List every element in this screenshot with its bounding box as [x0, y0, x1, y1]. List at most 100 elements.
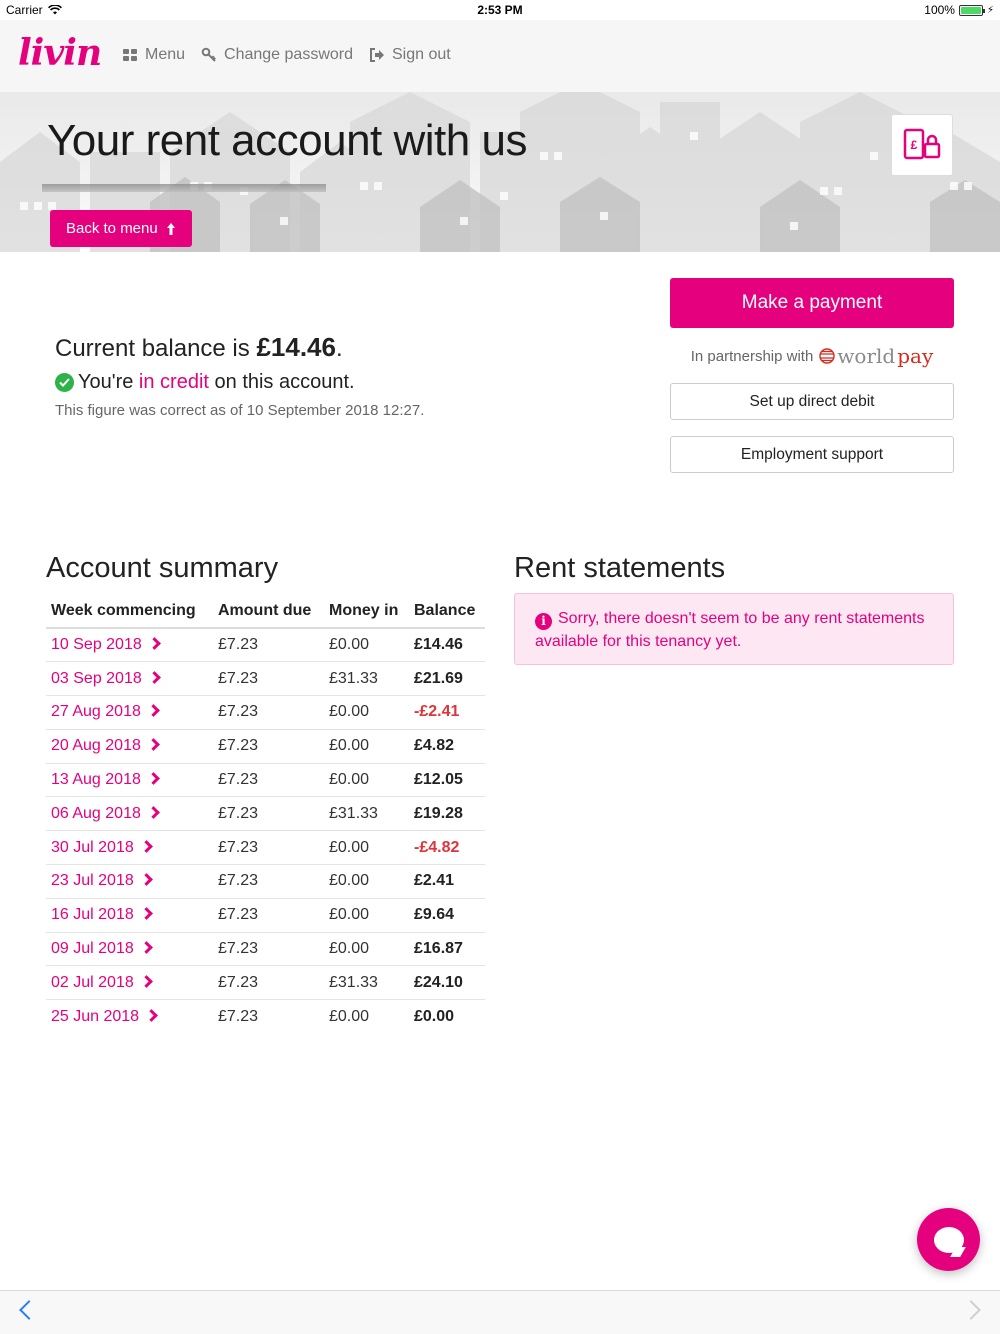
table-row: 25 Jun 2018 £7.23 £0.00 £0.00	[46, 999, 485, 1034]
charging-icon: ⚡	[986, 4, 994, 16]
amount-due-cell: £7.23	[213, 627, 324, 662]
money-in-cell-text: £0.00	[329, 737, 370, 755]
week-link[interactable]: 30 Jul 2018	[46, 830, 213, 865]
week-link[interactable]: 23 Jul 2018	[46, 864, 213, 899]
money-in-cell-text: £0.00	[329, 872, 370, 890]
back-arrow-icon[interactable]	[19, 1300, 39, 1320]
phone-payment-icon: £	[903, 128, 941, 160]
week-link[interactable]: 16 Jul 2018	[46, 897, 213, 933]
worldpay-logo: world pay	[819, 344, 933, 368]
page-title: Your rent account with us	[47, 116, 527, 165]
money-in-cell: £0.00	[324, 830, 409, 865]
column-header: Week commencing	[46, 594, 213, 629]
amount-due-cell-text: £7.23	[218, 872, 259, 890]
balance-cell-text: £12.05	[414, 771, 463, 789]
week-link[interactable]: 09 Jul 2018	[46, 931, 213, 966]
amount-due-cell: £7.23	[213, 728, 324, 764]
balance-cell-text: £4.82	[414, 737, 455, 755]
week-link-text: 09 Jul 2018	[51, 940, 134, 958]
amount-due-cell: £7.23	[213, 864, 324, 899]
nav-change-password-link[interactable]: Change password	[201, 46, 353, 64]
week-link-text: 03 Sep 2018	[51, 669, 142, 687]
balance-cell-text: £0.00	[414, 1007, 455, 1025]
chevron-right-icon	[147, 806, 160, 819]
table-row: 23 Jul 2018 £7.23 £0.00 £2.41	[46, 864, 485, 899]
week-link[interactable]: 06 Aug 2018	[46, 796, 213, 831]
livin-logo[interactable]: livin	[18, 32, 102, 74]
partnership-note: In partnership with world pay	[670, 344, 954, 368]
chevron-right-icon	[147, 637, 161, 651]
credit-status: You're in credit on this account.	[55, 371, 424, 394]
back-to-menu-label: Back to menu	[66, 220, 158, 237]
worldpay-brand-2: pay	[897, 344, 934, 368]
balance-cell: £19.28	[409, 796, 485, 831]
week-link[interactable]: 20 Aug 2018	[46, 728, 213, 764]
week-link-text: 06 Aug 2018	[51, 804, 141, 822]
forward-arrow-icon[interactable]	[961, 1300, 981, 1320]
table-row: 30 Jul 2018 £7.23 £0.00 -£4.82	[46, 830, 485, 865]
balance-prefix: Current balance is	[55, 335, 257, 362]
amount-due-cell: £7.23	[213, 897, 324, 933]
money-in-cell-text: £0.00	[329, 838, 370, 856]
nav-links: Menu Change password Sign out	[122, 46, 451, 64]
nav-menu-link[interactable]: Menu	[122, 46, 185, 64]
amount-due-cell-text: £7.23	[218, 906, 259, 924]
balance-cell-text: £14.46	[414, 636, 463, 654]
status-right: 100% ⚡	[924, 3, 994, 17]
chat-bubble-icon	[933, 1226, 964, 1253]
chat-button[interactable]	[917, 1208, 980, 1271]
amount-due-cell: £7.23	[213, 830, 324, 865]
table-row: 10 Sep 2018 £7.23 £0.00 £14.46	[46, 627, 485, 662]
week-link[interactable]: 03 Sep 2018	[46, 661, 213, 696]
balance-cell: £0.00	[409, 999, 485, 1034]
table-row: 02 Jul 2018 £7.23 £31.33 £24.10	[46, 965, 485, 1000]
week-link[interactable]: 02 Jul 2018	[46, 965, 213, 1000]
make-payment-button[interactable]: Make a payment	[670, 278, 954, 328]
nav-sign-out-link[interactable]: Sign out	[369, 46, 451, 64]
amount-due-cell-text: £7.23	[218, 940, 259, 958]
balance-cell-text: -£4.82	[414, 838, 460, 856]
credit-status-prefix: You're	[78, 371, 139, 393]
money-in-cell-text: £31.33	[329, 669, 378, 687]
week-link[interactable]: 25 Jun 2018	[46, 999, 213, 1034]
amount-due-cell: £7.23	[213, 695, 324, 730]
table-row: 06 Aug 2018 £7.23 £31.33 £19.28	[46, 796, 485, 831]
balance-cell: £4.82	[409, 728, 485, 764]
status-time: 2:53 PM	[477, 3, 523, 17]
week-link-text: 02 Jul 2018	[51, 973, 134, 991]
balance-cell-text: £2.41	[414, 872, 455, 890]
partnership-text: In partnership with	[690, 347, 814, 365]
nav-change-password-label: Change password	[224, 46, 353, 63]
amount-due-cell-text: £7.23	[218, 636, 259, 654]
amount-due-cell: £7.23	[213, 762, 324, 797]
info-icon: i	[535, 613, 552, 630]
week-link[interactable]: 13 Aug 2018	[46, 762, 213, 797]
account-summary-table: Week commencing Amount due Money in Bala…	[46, 594, 485, 1034]
money-in-cell: £31.33	[324, 965, 409, 1000]
money-in-cell-text: £0.00	[329, 771, 370, 789]
chevron-right-icon	[139, 941, 153, 954]
amount-due-cell-text: £7.23	[218, 973, 259, 991]
back-to-menu-button[interactable]: Back to menu	[50, 210, 192, 247]
chevron-right-icon	[147, 670, 161, 684]
week-link[interactable]: 27 Aug 2018	[46, 695, 213, 730]
chevron-right-icon	[139, 974, 153, 988]
worldpay-brand-1: world	[837, 344, 896, 368]
week-link-text: 25 Jun 2018	[51, 1007, 140, 1025]
chevron-right-icon	[145, 1009, 158, 1022]
money-in-cell: £0.00	[324, 728, 409, 764]
money-in-cell-text: £0.00	[329, 703, 370, 721]
balance-cell: £24.10	[409, 965, 485, 1000]
employment-support-button[interactable]: Employment support	[670, 436, 954, 473]
balance-cell-text: £24.10	[414, 973, 463, 991]
amount-due-cell-text: £7.23	[218, 737, 259, 755]
table-header-row: Week commencing Amount due Money in Bala…	[46, 594, 485, 629]
chevron-right-icon	[147, 772, 160, 785]
week-link[interactable]: 10 Sep 2018	[46, 627, 213, 662]
balance-cell-text: £19.28	[414, 804, 463, 822]
rent-statements-title: Rent statements	[514, 552, 726, 584]
chevron-right-icon	[147, 738, 160, 752]
money-in-cell: £0.00	[324, 762, 409, 797]
amount-due-cell: £7.23	[213, 999, 324, 1034]
direct-debit-button[interactable]: Set up direct debit	[670, 383, 954, 420]
